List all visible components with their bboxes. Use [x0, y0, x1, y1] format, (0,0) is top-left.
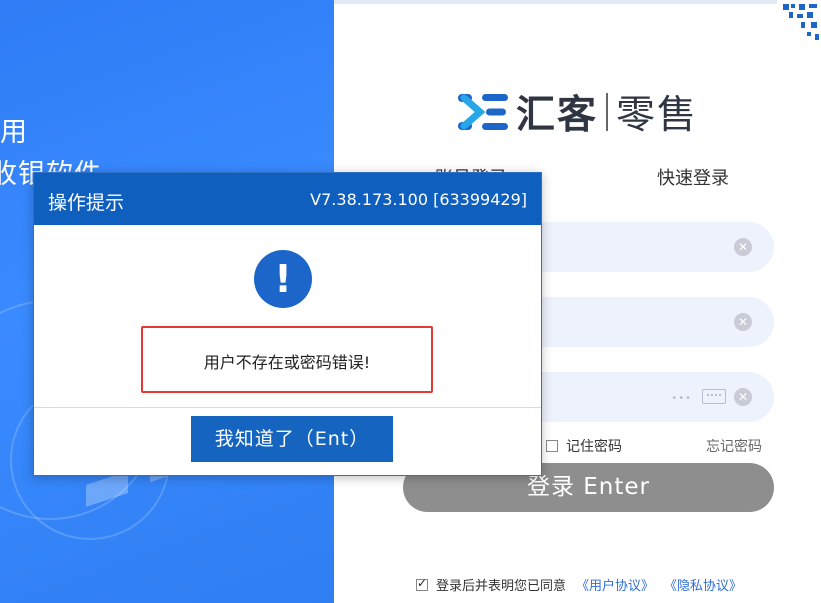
- clear-icon[interactable]: ✕: [734, 313, 752, 331]
- acknowledge-button[interactable]: 我知道了（Ent）: [191, 416, 393, 462]
- clear-icon[interactable]: ✕: [734, 388, 752, 406]
- error-message-box: 用户不存在或密码错误!: [141, 326, 433, 393]
- agreement-row: 登录后并表明您已同意 《用户协议》 《隐私协议》: [416, 575, 742, 594]
- huike-logo-icon: [458, 94, 508, 130]
- remember-label: 记住密码: [566, 439, 622, 455]
- alert-icon: !: [254, 250, 312, 308]
- qr-code-icon[interactable]: [777, 0, 821, 44]
- remember-password[interactable]: 记住密码: [546, 436, 622, 456]
- user-agreement-link[interactable]: 《用户协议》: [576, 575, 654, 594]
- remember-checkbox[interactable]: [546, 440, 558, 452]
- clear-icon[interactable]: ✕: [734, 238, 752, 256]
- error-dialog: 操作提示 V7.38.173.100 [63399429] ! 用户不存在或密码…: [33, 172, 542, 476]
- dialog-version: V7.38.173.100 [63399429]: [310, 190, 527, 209]
- forgot-password-link[interactable]: 忘记密码: [706, 436, 762, 456]
- dialog-title: 操作提示: [48, 192, 125, 214]
- privacy-agreement-link[interactable]: 《隐私协议》: [664, 575, 742, 594]
- brand-logo: 汇客 零售: [458, 84, 698, 140]
- promo-headline-line1: 用: [0, 117, 28, 148]
- dialog-header[interactable]: 操作提示 V7.38.173.100 [63399429]: [34, 173, 541, 225]
- keyboard-icon[interactable]: [702, 389, 726, 404]
- brand-separator: [606, 93, 609, 131]
- top-strip: [334, 0, 821, 4]
- error-message: 用户不存在或密码错误!: [203, 353, 371, 372]
- show-password-icon[interactable]: •••: [671, 393, 692, 404]
- brand-sub: 零售: [616, 93, 699, 138]
- agreement-text: 登录后并表明您已同意: [436, 579, 567, 594]
- agreement-checkbox[interactable]: [416, 576, 428, 591]
- tab-quick-login[interactable]: 快速登录: [657, 164, 729, 190]
- brand-name: 汇客: [516, 93, 599, 138]
- dialog-divider: [34, 407, 541, 408]
